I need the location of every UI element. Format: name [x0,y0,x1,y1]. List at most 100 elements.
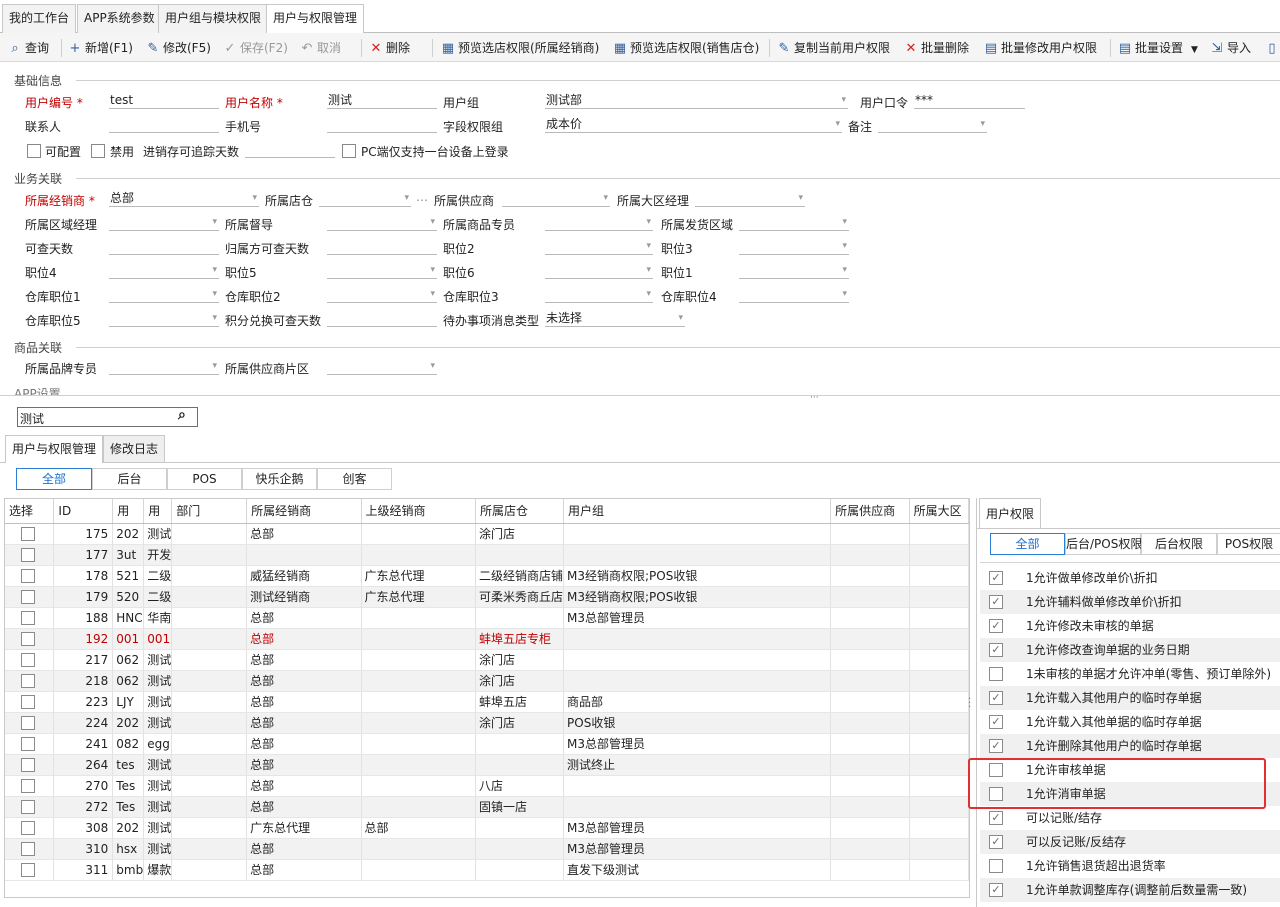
permission-item[interactable]: ✓ 可以反记账/反结存 [980,830,1280,854]
row-checkbox[interactable] [21,589,35,604]
row-checkbox[interactable] [21,610,35,625]
search-input[interactable]: 测试 ⌕ [17,407,198,427]
user-name-field[interactable]: 测试 [327,93,437,109]
col-user-group[interactable]: 用户组 [563,499,832,524]
splitter-grip-icon[interactable]: ··· [810,394,819,403]
batch-delete-button[interactable]: ✕ 批量删除 [904,38,969,58]
permission-checkbox[interactable] [989,667,1003,681]
wh-pos2-select[interactable] [327,287,437,303]
configurable-checkbox[interactable] [27,144,41,158]
perm-filter-backend[interactable]: 后台权限 [1141,533,1217,555]
table-row[interactable]: 223 LJY 测试 总部 蚌埠五店 商品部 [5,691,969,713]
table-row[interactable]: 217 062 测试 总部 涂门店 [5,649,969,671]
permission-item[interactable]: ✓ 1允许载入其他单据的临时存单据 [980,710,1280,734]
permission-item[interactable]: ✓ 1允许载入其他用户的临时存单据 [980,686,1280,710]
permission-checkbox-checked[interactable]: ✓ [989,715,1003,729]
row-checkbox[interactable] [21,715,35,730]
pos2-select[interactable] [545,239,653,255]
permission-item[interactable]: ✓ 1允许单款调整库存(调整前后数量需一致) [980,878,1280,902]
permission-checkbox-checked[interactable]: ✓ [989,811,1003,825]
query-days-field[interactable] [109,239,219,255]
permission-item[interactable]: ✓ 1允许修改未审核的单据 [980,614,1280,638]
col-dealer[interactable]: 所属经销商 [246,499,362,524]
more-icon[interactable]: … [416,190,428,204]
permission-checkbox-checked[interactable]: ✓ [989,883,1003,897]
table-row[interactable]: 270 Tes 测试 总部 八店 [5,775,969,797]
permission-checkbox[interactable] [989,787,1003,801]
disabled-checkbox[interactable] [91,144,105,158]
query-button[interactable]: ⌕ 查询 [8,38,49,58]
tab-change-log[interactable]: 修改日志 [103,435,166,462]
perm-filter-all[interactable]: 全部 [990,533,1065,555]
row-checkbox[interactable] [21,652,35,667]
table-row[interactable]: 218 062 测试 总部 涂门店 [5,670,969,692]
permission-checkbox-checked[interactable]: ✓ [989,739,1003,753]
table-row[interactable]: 179 520 二级 测试经销商 广东总代理 可柔米秀商丘店 M3经销商权限;POS收银 [5,586,969,608]
table-row[interactable]: 188 HNC 华南 总部 M3总部管理员 [5,607,969,629]
export-icon[interactable]: ▯ [1265,38,1280,58]
table-row[interactable]: 178 521 二级 威猛经销商 广东总代理 二级经销商店铺 M3经销商权限;POS收银 [5,565,969,587]
phone-field[interactable] [327,117,437,133]
col-department[interactable]: 部门 [171,499,248,524]
todo-type-select[interactable]: 未选择 [545,311,685,327]
table-row[interactable]: 264 tes 测试 总部 测试终止 [5,754,969,776]
tab-group-module-perm[interactable]: 用户组与模块权限 [158,4,269,33]
tab-user-perm-lower[interactable]: 用户与权限管理 [5,435,104,463]
col-parent-dealer[interactable]: 上级经销商 [361,499,477,524]
col-supplier[interactable]: 所属供应商 [830,499,910,524]
col-user-name[interactable]: 用 [143,499,173,524]
splitter[interactable] [0,395,1280,396]
permission-checkbox-checked[interactable]: ✓ [989,643,1003,657]
pos1-select[interactable] [739,263,849,279]
table-row[interactable]: 177 3ut 开发 [5,544,969,566]
permission-checkbox[interactable] [989,763,1003,777]
permission-checkbox-checked[interactable]: ✓ [989,571,1003,585]
ship-area-select[interactable] [739,215,849,231]
row-checkbox[interactable] [21,568,35,583]
filter-pos[interactable]: POS [167,468,242,490]
row-checkbox[interactable] [21,631,35,646]
perm-filter-pos[interactable]: POS权限 [1217,533,1280,555]
pc-single-device-checkbox[interactable] [342,144,356,158]
row-checkbox[interactable] [21,673,35,688]
table-row[interactable]: 241 082 egg 总部 M3总部管理员 [5,733,969,755]
user-code-field[interactable]: test [109,93,219,109]
table-row[interactable]: 310 hsx 测试 总部 M3总部管理员 [5,838,969,860]
permission-item[interactable]: ✓ 可以记账/结存 [980,806,1280,830]
table-row[interactable]: 308 202 测试 广东总代理 总部 M3总部管理员 [5,817,969,839]
preview-store-button[interactable]: ▦ 预览选店权限(销售店仓) [613,38,760,58]
add-button[interactable]: + 新增(F1) [68,38,133,58]
col-region[interactable]: 所属大区 [909,499,969,524]
tab-user-perm-mgmt[interactable]: 用户与权限管理 [266,4,365,34]
store-select[interactable] [319,191,411,207]
cancel-button[interactable]: ↶ 取消 [300,38,341,58]
permission-checkbox-checked[interactable]: ✓ [989,835,1003,849]
table-row[interactable]: 192 001 001 总部 蚌埠五店专柜 [5,628,969,650]
table-row[interactable]: 175 202 测试 总部 涂门店 [5,523,969,545]
wh-pos5-select[interactable] [109,311,219,327]
permission-item[interactable]: 1允许销售退货超出退货率 [980,854,1280,878]
save-button[interactable]: ✓ 保存(F2) [223,38,288,58]
search-icon[interactable]: ⌕ [178,407,186,423]
filter-all[interactable]: 全部 [16,468,92,490]
permission-item[interactable]: 1未审核的单据才允许冲单(零售、预订单除外) [980,662,1280,686]
password-field[interactable]: *** [914,93,1025,109]
permission-item[interactable]: ✓ 1允许删除其他用户的临时存单据 [980,734,1280,758]
tab-user-permission[interactable]: 用户权限 [979,498,1042,528]
area-mgr-select[interactable] [109,215,219,231]
import-button[interactable]: ⇲ 导入 [1210,38,1251,58]
delete-button[interactable]: ✕ 删除 [369,38,410,58]
vertical-splitter-grip-icon[interactable]: · · · [968,695,971,713]
row-checkbox[interactable] [21,862,35,877]
remark-select[interactable] [878,117,987,133]
row-checkbox[interactable] [21,757,35,772]
row-checkbox[interactable] [21,778,35,793]
supplier-area-select[interactable] [327,359,437,375]
user-group-select[interactable]: 测试部 [545,93,848,109]
table-row[interactable]: 311 bmb 爆款 总部 直发下级测试 [5,859,969,881]
region-mgr-select[interactable] [695,191,805,207]
copy-perm-button[interactable]: ✎ 复制当前用户权限 [777,38,890,58]
row-checkbox[interactable] [21,694,35,709]
permission-item[interactable]: 1允许消审单据 [980,782,1280,806]
permission-item[interactable]: ✓ 1允许做单修改单价\折扣 [980,566,1280,590]
